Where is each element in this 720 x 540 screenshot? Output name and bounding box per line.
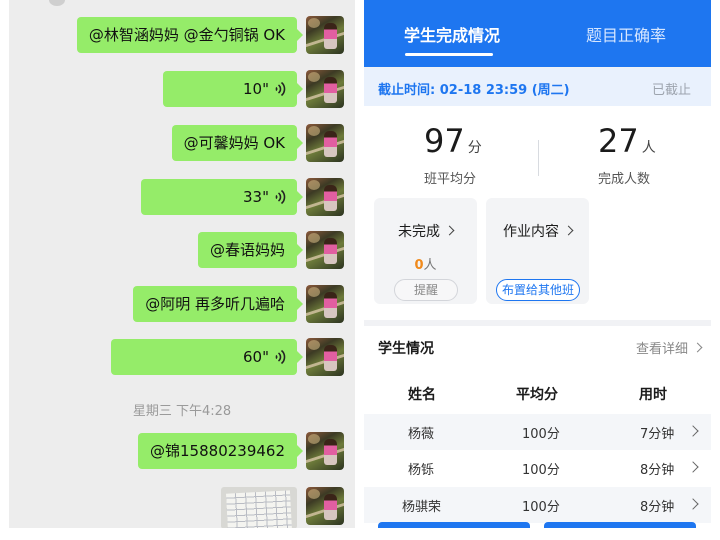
image-message-thumbnail[interactable] — [221, 487, 297, 528]
message-7[interactable]: 60" — [9, 338, 355, 378]
chat-timestamp: 星期三 下午4:28 — [132, 404, 232, 419]
student-score: 100分 — [522, 463, 560, 478]
table-row[interactable]: 杨骐荣 100分 8分钟 — [364, 487, 711, 523]
voice-wave-icon — [275, 189, 286, 205]
voice-bubble[interactable]: 33" — [141, 179, 303, 215]
chevron-right-icon — [563, 225, 574, 236]
message-5[interactable]: @春语妈妈 — [9, 231, 355, 271]
avatar[interactable] — [306, 16, 344, 54]
screen: @林智涵妈妈 @金勺铜锅 OK 10" @可馨妈妈 OK 33" @春语妈妈 @… — [0, 0, 720, 540]
incomplete-card[interactable]: 未完成 0人 提醒 — [374, 198, 477, 304]
assign-other-class-button[interactable]: 布置给其他班 — [496, 279, 580, 301]
avatar[interactable] — [306, 124, 344, 162]
homework-content-title[interactable]: 作业内容 — [486, 221, 589, 241]
avatar[interactable] — [306, 70, 344, 108]
stats-divider — [538, 140, 539, 176]
tab-bar: 学生完成情况 题目正确率 — [364, 0, 711, 67]
message-bubble[interactable]: @林智涵妈妈 @金勺铜锅 OK — [76, 17, 304, 53]
chevron-right-icon — [687, 425, 699, 437]
chat-panel: @林智涵妈妈 @金勺铜锅 OK 10" @可馨妈妈 OK 33" @春语妈妈 @… — [9, 0, 355, 528]
message-3[interactable]: @可馨妈妈 OK — [9, 124, 355, 164]
column-header-score: 平均分 — [516, 387, 558, 403]
message-bubble[interactable]: @阿明 再多听几遍哈 — [133, 286, 303, 322]
view-details-link[interactable]: 查看详细 — [636, 338, 703, 357]
chevron-right-icon — [444, 225, 455, 236]
incomplete-card-title[interactable]: 未完成 — [374, 221, 477, 241]
message-bubble[interactable]: @春语妈妈 — [197, 232, 304, 268]
voice-duration: 10" — [243, 80, 269, 98]
message-6[interactable]: @阿明 再多听几遍哈 — [9, 285, 355, 325]
average-score-unit: 分 — [467, 140, 482, 156]
chevron-right-icon — [687, 461, 699, 473]
student-name: 杨骐荣 — [402, 500, 442, 515]
student-time: 7分钟 — [640, 427, 675, 442]
bottom-action-button-right[interactable] — [544, 522, 696, 528]
bottom-action-button-left[interactable] — [378, 522, 530, 528]
avatar[interactable] — [306, 231, 344, 269]
remind-button[interactable]: 提醒 — [394, 279, 458, 301]
tab-student-completion[interactable]: 学生完成情况 — [404, 22, 500, 46]
table-row[interactable]: 杨铄 100分 8分钟 — [364, 450, 711, 486]
message-4[interactable]: 33" — [9, 178, 355, 218]
message-bubble[interactable]: @可馨妈妈 OK — [171, 125, 304, 161]
message-8[interactable]: @锦15880239462 — [9, 432, 355, 472]
avatar[interactable] — [306, 285, 344, 323]
voice-duration: 60" — [243, 348, 269, 366]
voice-wave-icon — [275, 349, 286, 365]
partial-avatar — [49, 0, 65, 6]
avatar[interactable] — [306, 487, 344, 525]
student-score: 100分 — [522, 427, 560, 442]
action-cards: 未完成 0人 提醒 作业内容 布置给其他班 — [364, 192, 711, 320]
completed-count-label: 完成人数 — [598, 172, 651, 187]
message-1[interactable]: @林智涵妈妈 @金勺铜锅 OK — [9, 16, 355, 56]
column-header-name: 姓名 — [408, 387, 436, 403]
column-header-time: 用时 — [639, 387, 667, 403]
deadline-status: 已截止 — [651, 83, 691, 98]
average-score-label: 班平均分 — [424, 172, 477, 187]
avatar[interactable] — [306, 432, 344, 470]
completed-count-value: 27 人 — [598, 122, 656, 160]
chevron-right-icon — [692, 342, 703, 353]
avatar[interactable] — [306, 178, 344, 216]
incomplete-count: 0人 — [414, 258, 437, 273]
student-score: 100分 — [522, 500, 560, 515]
section-title: 学生情况 — [378, 341, 434, 357]
worksheet-photo — [225, 490, 293, 528]
voice-duration: 33" — [243, 188, 269, 206]
student-list-section: 学生情况 查看详细 姓名 平均分 用时 杨薇 100分 7分钟 杨铄 100分 … — [364, 326, 711, 528]
student-time: 8分钟 — [640, 463, 675, 478]
chevron-right-icon — [687, 498, 699, 510]
active-tab-indicator — [405, 53, 493, 56]
message-bubble[interactable]: @锦15880239462 — [138, 433, 303, 469]
voice-bubble[interactable]: 60" — [111, 339, 303, 375]
homework-report-panel: 学生完成情况 题目正确率 截止时间: 02-18 23:59 (周二) 已截止 … — [364, 0, 711, 528]
message-2[interactable]: 10" — [9, 70, 355, 110]
deadline-bar: 截止时间: 02-18 23:59 (周二) 已截止 — [364, 68, 711, 106]
table-row[interactable]: 杨薇 100分 7分钟 — [364, 414, 711, 450]
deadline-text: 截止时间: 02-18 23:59 (周二) — [378, 83, 570, 98]
voice-wave-icon — [275, 81, 286, 97]
stats-summary: 97 分 班平均分 27 人 完成人数 — [364, 106, 711, 192]
voice-bubble[interactable]: 10" — [163, 71, 303, 107]
student-name: 杨薇 — [408, 427, 435, 442]
avatar[interactable] — [306, 338, 344, 376]
completed-count-unit: 人 — [641, 140, 656, 156]
tab-question-accuracy[interactable]: 题目正确率 — [586, 22, 666, 46]
student-name: 杨铄 — [408, 463, 435, 478]
homework-content-card[interactable]: 作业内容 布置给其他班 — [486, 198, 589, 304]
average-score-value: 97 分 — [424, 122, 482, 160]
student-time: 8分钟 — [640, 500, 675, 515]
